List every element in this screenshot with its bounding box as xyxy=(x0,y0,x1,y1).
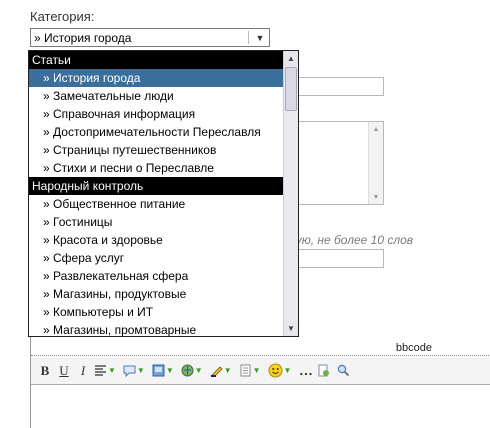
option-hotels[interactable]: » Гостиницы xyxy=(29,213,284,231)
quote-icon xyxy=(123,365,136,377)
scroll-up-icon[interactable]: ▲ xyxy=(369,122,383,136)
color-pen-icon xyxy=(210,366,223,377)
more-button[interactable]: ... xyxy=(298,362,314,380)
dropdown-arrow-icon: ▼ xyxy=(252,366,261,375)
quote-button[interactable]: ▼ xyxy=(123,364,145,377)
scroll-down-icon[interactable]: ▼ xyxy=(284,321,298,336)
underline-button[interactable]: U xyxy=(56,362,72,380)
editor-mode-label: bbcode xyxy=(395,342,432,354)
search-button[interactable] xyxy=(337,364,350,377)
optgroup-public-control: Народный контроль xyxy=(29,177,284,195)
scrollbar-thumb[interactable] xyxy=(285,67,297,111)
dropdown-arrow-icon: ▼ xyxy=(136,366,145,375)
image-button[interactable]: ▼ xyxy=(152,364,174,377)
preview-button[interactable] xyxy=(317,364,330,377)
preview-icon xyxy=(318,364,330,377)
category-select-value: » История города xyxy=(34,31,132,45)
smiley-icon xyxy=(268,363,283,378)
option-sights[interactable]: » Достопримечательности Переславля xyxy=(29,123,284,141)
image-icon xyxy=(152,364,165,377)
option-history[interactable]: » История города xyxy=(29,69,284,87)
bold-button[interactable]: B xyxy=(37,362,53,380)
keywords-hint: тую, не более 10 слов xyxy=(286,233,414,247)
dropdown-arrow-icon: ▼ xyxy=(194,366,203,375)
option-catering[interactable]: » Общественное питание xyxy=(29,195,284,213)
color-button[interactable]: ▼ xyxy=(210,364,232,377)
scroll-down-icon[interactable]: ▼ xyxy=(369,190,383,204)
option-remarkable-people[interactable]: » Замечательные люди xyxy=(29,87,284,105)
chevron-down-icon[interactable]: ▼ xyxy=(251,29,269,46)
dropdown-arrow-icon: ▼ xyxy=(283,366,292,375)
bbcode-editor: bbcode B U I ▼ ▼ ▼ ▼ ▼ ▼ ▼ ... xyxy=(30,337,490,428)
scroll-up-icon[interactable]: ▲ xyxy=(284,51,298,66)
optgroup-articles: Статьи xyxy=(29,51,284,69)
dropdown-arrow-icon: ▼ xyxy=(223,366,232,375)
option-goods-stores[interactable]: » Магазины, промтоварные xyxy=(29,321,284,336)
link-icon xyxy=(181,364,194,377)
dropdown-arrow-icon: ▼ xyxy=(165,366,174,375)
dropdown-scrollbar[interactable]: ▲ ▼ xyxy=(283,51,298,336)
editor-toolbar: B U I ▼ ▼ ▼ ▼ ▼ ▼ ▼ ... xyxy=(31,357,490,385)
italic-button[interactable]: I xyxy=(75,362,91,380)
option-computers-it[interactable]: » Компьютеры и ИТ xyxy=(29,303,284,321)
smiley-button[interactable]: ▼ xyxy=(268,363,292,378)
link-button[interactable]: ▼ xyxy=(181,364,203,377)
list-button[interactable]: ▼ xyxy=(239,364,261,377)
option-poems-songs[interactable]: » Стихи и песни о Переславле xyxy=(29,159,284,177)
category-label: Категория: xyxy=(30,9,95,24)
editor-textarea[interactable] xyxy=(31,386,490,428)
textarea-scrollbar[interactable]: ▲ ▼ xyxy=(368,122,383,204)
align-button[interactable]: ▼ xyxy=(94,364,116,377)
dropdown-arrow-icon: ▼ xyxy=(108,366,116,375)
option-food-stores[interactable]: » Магазины, продуктовые xyxy=(29,285,284,303)
option-entertainment[interactable]: » Развлекательная сфера xyxy=(29,267,284,285)
align-icon xyxy=(95,365,106,376)
option-services[interactable]: » Сфера услуг xyxy=(29,249,284,267)
option-reference-info[interactable]: » Справочная информация xyxy=(29,105,284,123)
category-dropdown-list[interactable]: Статьи » История города » Замечательные … xyxy=(28,50,299,337)
editor-divider xyxy=(31,355,490,356)
category-select[interactable]: » История города ▼ xyxy=(30,28,270,47)
select-separator xyxy=(248,31,249,44)
search-icon xyxy=(338,364,350,377)
list-icon xyxy=(240,364,251,377)
dropdown-options: Статьи » История города » Замечательные … xyxy=(29,51,284,336)
option-travelers-pages[interactable]: » Страницы путешественников xyxy=(29,141,284,159)
option-beauty-health[interactable]: » Красота и здоровье xyxy=(29,231,284,249)
